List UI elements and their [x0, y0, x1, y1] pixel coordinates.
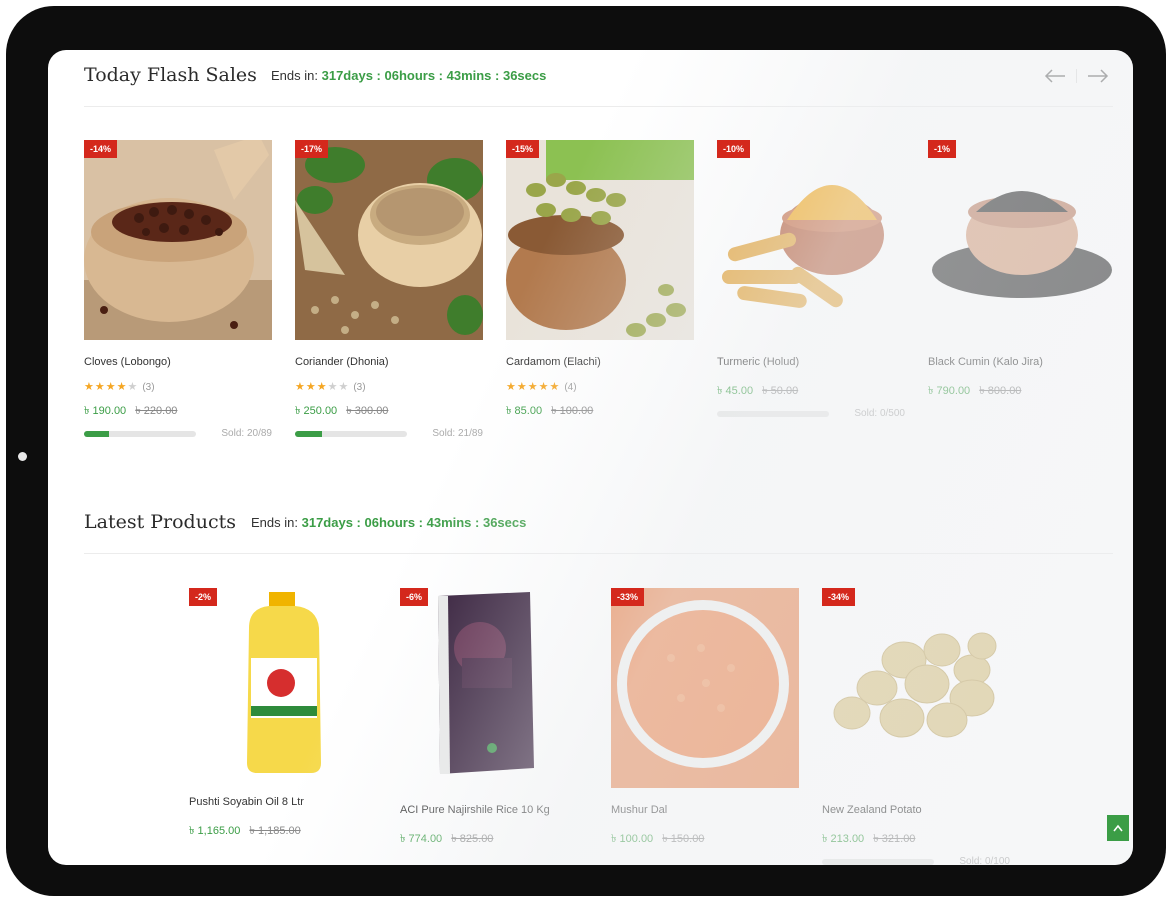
product-image-turmeric[interactable]: -10%	[717, 140, 905, 340]
old-price: ৳ 825.00	[451, 833, 494, 845]
price: ৳ 85.00 ৳ 100.00	[506, 402, 694, 417]
discount-badge: -14%	[84, 140, 118, 158]
discount-badge: -6%	[400, 588, 429, 606]
old-price: ৳ 800.00	[979, 385, 1022, 397]
chevron-up-icon[interactable]	[1107, 815, 1129, 841]
old-price: ৳ 321.00	[873, 833, 916, 845]
product-image-rice[interactable]: -6%	[400, 588, 588, 788]
old-price: ৳ 100.00	[551, 405, 594, 417]
product-image-soyabin-oil[interactable]: -2%	[189, 588, 377, 788]
product-name[interactable]: Black Cumin (Kalo Jira)	[928, 356, 1116, 370]
discount-badge: -2%	[189, 588, 218, 606]
rating-stars: ★★★★★ (4)	[506, 381, 577, 393]
product-image-cloves[interactable]: -14%	[84, 140, 272, 340]
camera-dot	[18, 452, 27, 461]
current-price: ৳ 213.00	[822, 833, 865, 845]
product-card[interactable]: -34% New Zealand Potato ৳ 213.00 ৳ 321.0…	[822, 588, 1010, 865]
product-name[interactable]: Cardamom (Elachi)	[506, 356, 694, 370]
arrow-right-icon[interactable]	[1087, 68, 1109, 84]
progress-bar	[295, 430, 407, 437]
screen: Today Flash Sales Ends in: 317days : 06h…	[48, 50, 1133, 865]
sold-progress: Sold: 0/100	[822, 856, 1010, 865]
product-card[interactable]: -17% Coriander (Dhonia) ★★★★★ (3) ৳ 250.0…	[295, 140, 483, 439]
progress-bar	[822, 858, 934, 865]
price: ৳ 100.00 ৳ 150.00	[611, 830, 799, 845]
current-price: ৳ 85.00	[506, 405, 543, 417]
discount-badge: -33%	[611, 588, 645, 606]
product-card[interactable]: -14% Cloves (Lobongo) ★★★★★ (3) ৳ 190.00 …	[84, 140, 272, 439]
product-card[interactable]: -33% Mushur Dal ৳ 100.00 ৳ 150.00	[611, 588, 799, 845]
old-price: ৳ 220.00	[135, 405, 178, 417]
review-count: (3)	[353, 382, 366, 393]
nav-divider	[1076, 69, 1077, 83]
current-price: ৳ 790.00	[928, 385, 971, 397]
product-image-black-cumin[interactable]: -1%	[928, 140, 1116, 340]
current-price: ৳ 45.00	[717, 385, 754, 397]
flash-countdown: Ends in: 317days : 06hours : 43mins : 36…	[271, 68, 546, 83]
product-card[interactable]: -2% Pushti Soyabin Oil 8 Ltr ৳ 1,165.00 …	[189, 588, 377, 837]
review-count: (4)	[564, 382, 577, 393]
discount-badge: -1%	[928, 140, 957, 158]
sold-progress: Sold: 21/89	[295, 428, 483, 439]
progress-bar	[717, 410, 829, 417]
tablet-frame: Today Flash Sales Ends in: 317days : 06h…	[6, 6, 1166, 896]
price: ৳ 774.00 ৳ 825.00	[400, 830, 588, 845]
product-name[interactable]: Cloves (Lobongo)	[84, 356, 272, 370]
price: ৳ 790.00 ৳ 800.00	[928, 382, 1116, 397]
countdown-value: 317days : 06hours : 43mins : 36secs	[321, 68, 547, 83]
flash-sales-title: Today Flash Sales	[84, 64, 257, 86]
flash-sales-header: Today Flash Sales Ends in: 317days : 06h…	[84, 50, 1113, 107]
product-card[interactable]: -15% Cardamom (Elachi) ★★★★★ (4) ৳ 85.00 …	[506, 140, 694, 417]
product-card[interactable]: -10% Turmeric (Holud) ৳ 45.00 ৳ 50.00 So…	[717, 140, 905, 419]
sold-count: Sold: 21/89	[432, 428, 483, 439]
discount-badge: -10%	[717, 140, 751, 158]
product-image-coriander[interactable]: -17%	[295, 140, 483, 340]
rating-stars: ★★★★★ (3)	[295, 381, 366, 393]
countdown-label: Ends in:	[271, 68, 318, 83]
progress-bar	[84, 430, 196, 437]
sold-count: Sold: 20/89	[221, 428, 272, 439]
product-image-mushur-dal[interactable]: -33%	[611, 588, 799, 788]
product-name[interactable]: Turmeric (Holud)	[717, 356, 905, 370]
price: ৳ 213.00 ৳ 321.00	[822, 830, 1010, 845]
old-price: ৳ 50.00	[762, 385, 799, 397]
product-image-cardamom[interactable]: -15%	[506, 140, 694, 340]
current-price: ৳ 1,165.00	[189, 825, 241, 837]
product-name[interactable]: Mushur Dal	[611, 804, 799, 818]
product-name[interactable]: New Zealand Potato	[822, 804, 1010, 818]
product-card[interactable]: -1% Black Cumin (Kalo Jira) ৳ 790.00 ৳ 8…	[928, 140, 1116, 397]
latest-products-header: Latest Products Ends in: 317days : 06hou…	[84, 497, 1113, 554]
discount-badge: -17%	[295, 140, 329, 158]
price: ৳ 1,165.00 ৳ 1,185.00	[189, 822, 377, 837]
sold-progress: Sold: 0/500	[717, 408, 905, 419]
carousel-nav	[1044, 68, 1109, 84]
product-name[interactable]: Pushti Soyabin Oil 8 Ltr	[189, 796, 377, 810]
arrow-left-icon[interactable]	[1044, 68, 1066, 84]
countdown-value: 317days : 06hours : 43mins : 36secs	[301, 515, 527, 530]
old-price: ৳ 1,185.00	[249, 825, 301, 837]
current-price: ৳ 100.00	[611, 833, 654, 845]
discount-badge: -15%	[506, 140, 540, 158]
price: ৳ 190.00 ৳ 220.00	[84, 402, 272, 417]
discount-badge: -34%	[822, 588, 856, 606]
review-count: (3)	[142, 382, 155, 393]
product-image-potato[interactable]: -34%	[822, 588, 1010, 788]
current-price: ৳ 774.00	[400, 833, 443, 845]
product-card[interactable]: -6% ACI Pure Najirshile Rice 10 Kg ৳ 774…	[400, 588, 588, 845]
product-name[interactable]: Coriander (Dhonia)	[295, 356, 483, 370]
current-price: ৳ 190.00	[84, 405, 127, 417]
rating-stars: ★★★★★ (3)	[84, 381, 155, 393]
countdown-label: Ends in:	[251, 515, 298, 530]
current-price: ৳ 250.00	[295, 405, 338, 417]
latest-countdown: Ends in: 317days : 06hours : 43mins : 36…	[251, 515, 526, 530]
latest-products-title: Latest Products	[84, 511, 236, 533]
sold-count: Sold: 0/100	[959, 856, 1010, 865]
product-name[interactable]: ACI Pure Najirshile Rice 10 Kg	[400, 804, 588, 818]
price: ৳ 250.00 ৳ 300.00	[295, 402, 483, 417]
old-price: ৳ 150.00	[662, 833, 705, 845]
price: ৳ 45.00 ৳ 50.00	[717, 382, 905, 397]
old-price: ৳ 300.00	[346, 405, 389, 417]
sold-count: Sold: 0/500	[854, 408, 905, 419]
sold-progress: Sold: 20/89	[84, 428, 272, 439]
